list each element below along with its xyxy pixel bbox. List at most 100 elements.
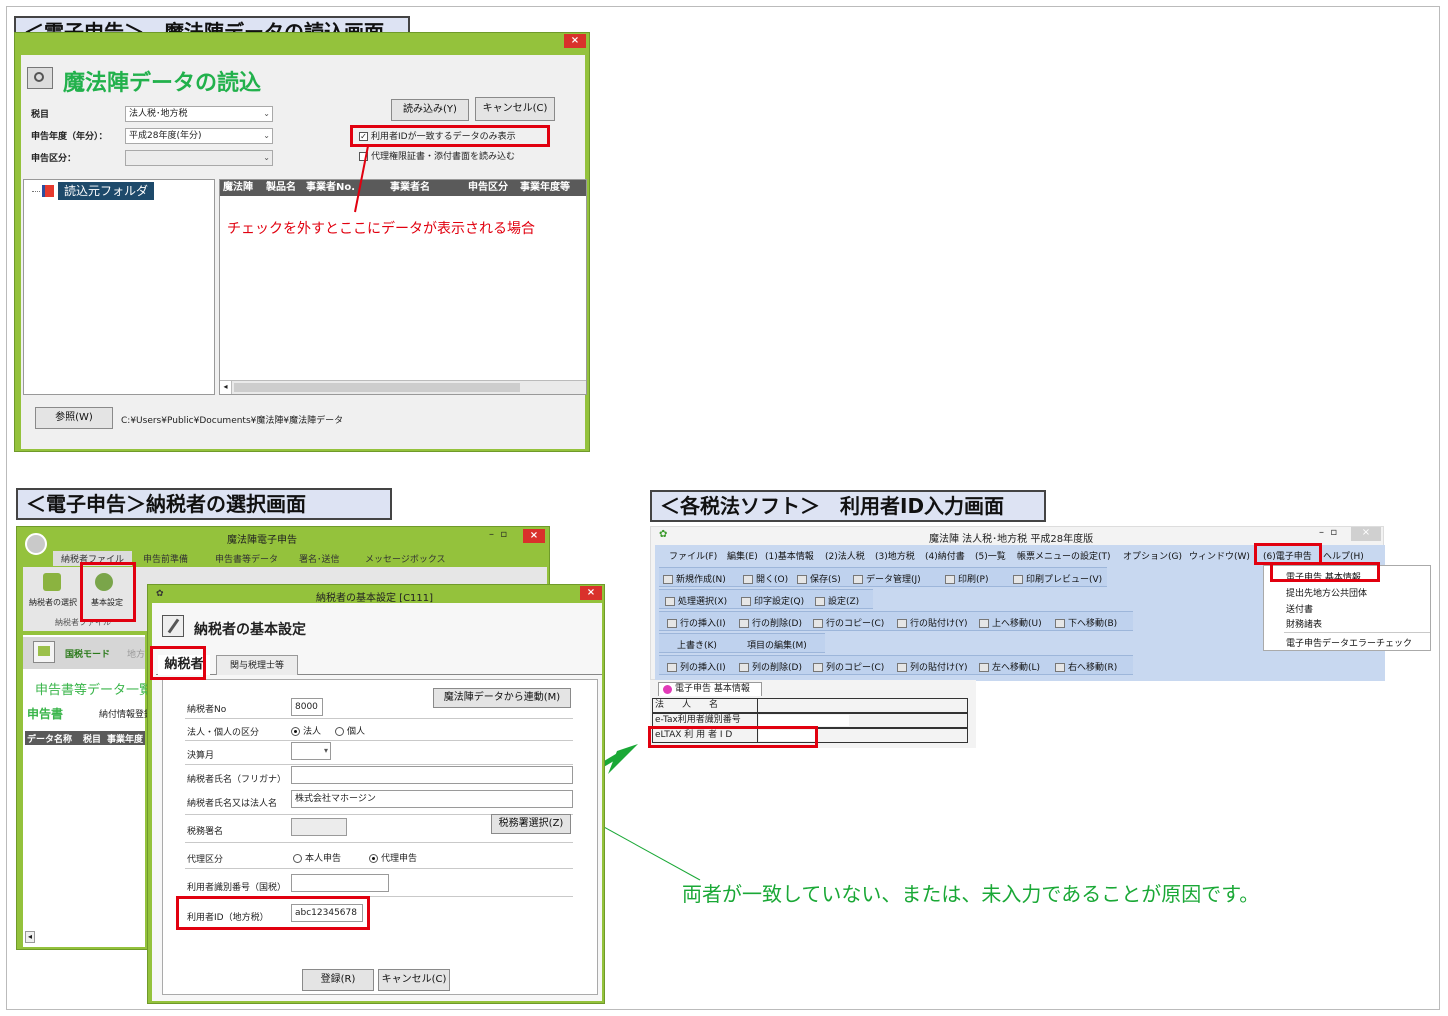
toolbar-process[interactable]: 処理選択(X) — [665, 594, 727, 607]
efile-window-title: 魔法陣電子申告 — [227, 535, 297, 546]
tab-accountant[interactable]: 関与税理士等 — [216, 655, 298, 675]
toolbar-row-copy[interactable]: 行のコピー(C) — [813, 616, 884, 629]
grid-row-label: 法 人 名 — [655, 700, 719, 710]
save-icon — [797, 575, 807, 584]
menu-item[interactable]: (2)法人税 — [825, 549, 865, 562]
toolbar-preview[interactable]: 印刷プレビュー(V) — [1013, 572, 1102, 585]
close-button[interactable]: × — [1351, 527, 1381, 541]
ribbon-tab[interactable]: 署名･送信 — [299, 552, 340, 565]
toolbar-row-3: 行の挿入(I) 行の削除(D) 行のコピー(C) 行の貼付け(Y) 上へ移動(U… — [659, 611, 1133, 631]
toolbar-row-paste[interactable]: 行の貼付け(Y) — [897, 616, 968, 629]
dialog-title: 納税者の基本設定 [C111] — [316, 593, 434, 604]
toolbar-col-insert[interactable]: 列の挿入(I) — [667, 660, 726, 673]
toolbar-row-up[interactable]: 上へ移動(U) — [979, 616, 1042, 629]
taxpayer-no-input[interactable]: 8000 — [291, 698, 323, 716]
scroll-left-icon[interactable]: ◂ — [25, 931, 35, 943]
cancel-button[interactable]: キャンセル(C) — [378, 969, 450, 991]
toolbar-row-delete[interactable]: 行の削除(D) — [739, 616, 802, 629]
radio-corporation[interactable]: 法人 — [291, 724, 321, 737]
minmax-icon[interactable]: – ▫ — [1319, 527, 1337, 538]
toolbar-open[interactable]: 開く(O) — [743, 572, 788, 585]
col-header[interactable]: データ名称 — [27, 732, 72, 745]
toolbar-col-delete[interactable]: 列の削除(D) — [739, 660, 802, 673]
toolbar-settings[interactable]: 設定(Z) — [815, 594, 859, 607]
toolbar-row-1: 新規作成(N) 開く(O) 保存(S) データ管理(J) 印刷(P) 印刷プレビ… — [659, 567, 1107, 587]
toolbar-row-down[interactable]: 下へ移動(B) — [1055, 616, 1117, 629]
menu-item[interactable]: 帳票メニューの設定(T) — [1017, 549, 1111, 562]
toolbar-printset[interactable]: 印字設定(Q) — [741, 594, 804, 607]
home-icon[interactable] — [33, 641, 55, 663]
menu-item[interactable]: 編集(E) — [727, 549, 758, 562]
col-header[interactable]: 事業年度 — [107, 732, 143, 745]
radio-icon — [293, 854, 302, 863]
toolbar-save[interactable]: 保存(S) — [797, 572, 841, 585]
sub-tab-declaration[interactable]: 申告書 — [27, 705, 63, 722]
toolbar-overwrite[interactable]: 上書き(K) — [677, 638, 717, 651]
radio-self[interactable]: 本人申告 — [293, 851, 341, 864]
ribbon-tab[interactable]: 申告前準備 — [143, 552, 188, 565]
etax-id-input[interactable] — [759, 715, 849, 726]
toolbar-col-left[interactable]: 左へ移動(L) — [979, 660, 1040, 673]
menu-item[interactable]: (4)納付書 — [925, 549, 965, 562]
row-copy-icon — [813, 619, 823, 628]
office-input[interactable] — [291, 818, 347, 836]
close-button[interactable]: × — [523, 529, 545, 543]
new-icon — [663, 575, 673, 584]
toolbar-data[interactable]: データ管理(J) — [853, 572, 921, 585]
toolbar-col-copy[interactable]: 列のコピー(C) — [813, 660, 884, 673]
office-select-button[interactable]: 税務署選択(Z) — [491, 814, 571, 834]
taxpayer-dialog: ✿ 納税者の基本設定 [C111] × 納税者の基本設定 納税者 関与税理士等 … — [147, 584, 605, 1004]
radio-individual[interactable]: 個人 — [335, 724, 365, 737]
section-title-select: ＜電子申告＞納税者の選択画面 — [16, 488, 392, 520]
menu-help[interactable]: ヘルプ(H) — [1323, 549, 1364, 562]
minmax-icon[interactable]: – ▫ — [489, 529, 507, 540]
toolbar-col-paste[interactable]: 列の貼付け(Y) — [897, 660, 968, 673]
month-select[interactable]: ▾ — [291, 742, 331, 760]
printset-icon — [741, 597, 751, 606]
toolbar-row-5: 列の挿入(I) 列の削除(D) 列のコピー(C) 列の貼付け(Y) 左へ移動(L… — [659, 655, 1133, 675]
dropdown-item[interactable]: 財務諸表 — [1286, 617, 1322, 630]
preview-icon — [1013, 575, 1023, 584]
kana-input[interactable] — [291, 766, 573, 784]
paw-icon: ✿ — [659, 529, 668, 540]
menu-item[interactable]: ファイル(F) — [669, 549, 717, 562]
radio-agent[interactable]: 代理申告 — [369, 851, 417, 864]
menu-item[interactable]: (5)一覧 — [975, 549, 1006, 562]
basic-info-tab[interactable]: 電子申告 基本情報 — [658, 682, 762, 696]
toolbar-edit-item[interactable]: 項目の編集(M) — [747, 638, 807, 651]
name-input[interactable]: 株式会社マホージン — [291, 790, 573, 808]
efile-left-pane: 国税モード 地方 申告書等データ一覧 申告書 納付情報登録 データ名称 税目 事… — [23, 635, 153, 947]
pen-icon — [162, 615, 184, 637]
toolbar-new[interactable]: 新規作成(N) — [663, 572, 726, 585]
col-header[interactable]: 税目 — [83, 732, 101, 745]
menu-item[interactable]: オプション(G) — [1123, 549, 1182, 562]
taxid-input[interactable] — [291, 874, 389, 892]
toolbar-row-4: 上書き(K) 項目の編集(M) — [659, 633, 825, 653]
dropdown-item[interactable]: 送付書 — [1286, 602, 1313, 615]
select-user-icon[interactable] — [43, 573, 61, 591]
menu-item[interactable]: ウィンドウ(W) — [1189, 549, 1250, 562]
col-paste-icon — [897, 663, 907, 672]
dropdown-item[interactable]: 提出先地方公共団体 — [1286, 586, 1367, 599]
ribbon-button-select[interactable]: 納税者の選択 — [29, 597, 77, 608]
month-label: 決算月 — [187, 751, 215, 761]
agent-label: 代理区分 — [187, 855, 224, 865]
toolbar-print[interactable]: 印刷(P) — [945, 572, 988, 585]
register-button[interactable]: 登録(R) — [302, 969, 374, 991]
toolbar-row-insert[interactable]: 行の挿入(I) — [667, 616, 726, 629]
link-data-button[interactable]: 魔法陣データから連動(M) — [433, 688, 571, 708]
close-button[interactable]: × — [580, 586, 602, 600]
mode-label[interactable]: 国税モード — [65, 647, 110, 660]
mode2-label[interactable]: 地方 — [127, 647, 145, 660]
sub-tab-payment[interactable]: 納付情報登録 — [99, 707, 153, 720]
dropdown-item[interactable]: 電子申告データエラーチェック — [1286, 636, 1412, 649]
ribbon-tab[interactable]: 申告書等データ — [215, 552, 278, 565]
ribbon-tab[interactable]: メッセージボックス — [365, 552, 446, 565]
grid-row-label: e-Tax利用者識別番号 — [655, 715, 741, 725]
toolbar-col-right[interactable]: 右へ移動(R) — [1055, 660, 1117, 673]
process-icon — [665, 597, 675, 606]
menu-item[interactable]: (3)地方税 — [875, 549, 915, 562]
menu-item[interactable]: (1)基本情報 — [765, 549, 814, 562]
highlight-taxpayer-tab — [150, 646, 206, 680]
name-label: 納税者氏名又は法人名 — [187, 799, 278, 809]
